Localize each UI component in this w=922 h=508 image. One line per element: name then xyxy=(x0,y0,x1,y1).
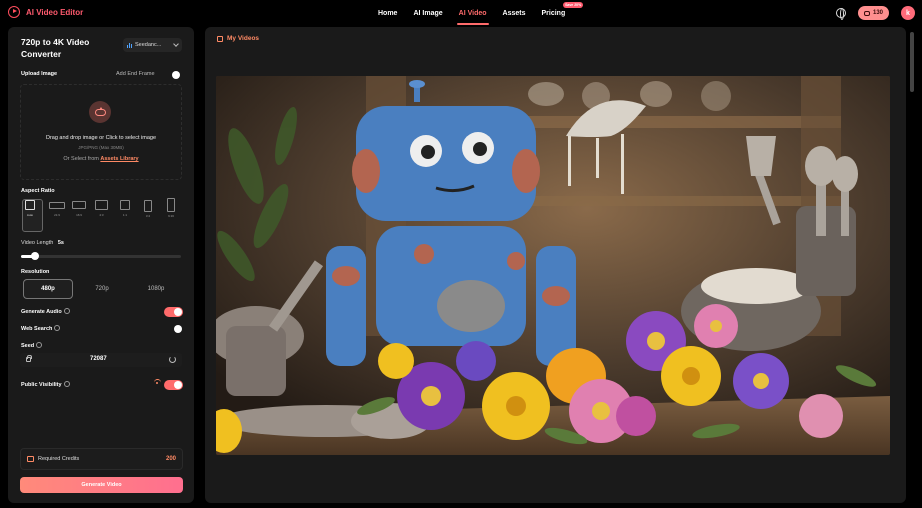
web-search-label: Web Search xyxy=(21,326,53,332)
aspect-auto-label: Auto xyxy=(26,213,34,217)
lock-icon[interactable] xyxy=(26,355,32,362)
video-preview[interactable] xyxy=(216,76,890,455)
video-length-handle[interactable] xyxy=(31,252,39,260)
web-search-row: Web Search xyxy=(21,325,61,332)
aspect-21-9-label: 21:9 xyxy=(54,213,60,217)
aspect-1-1-icon xyxy=(120,200,130,210)
aspect-ratio-label: Aspect Ratio xyxy=(21,188,55,194)
avatar[interactable]: k xyxy=(901,6,915,20)
brand-name: AI Video Editor xyxy=(26,7,84,17)
credits-count: 130 xyxy=(872,10,883,16)
upload-cloud-icon xyxy=(89,101,111,123)
aspect-9-16[interactable]: 9:16 xyxy=(167,198,175,218)
nav-pricing-label: Pricing xyxy=(541,10,566,17)
generate-audio-label: Generate Audio xyxy=(21,309,62,315)
public-visibility-toggle[interactable] xyxy=(164,380,183,390)
nav-pricing[interactable]: Pricing Save 20% xyxy=(534,0,584,27)
nav-assets[interactable]: Assets xyxy=(495,0,534,27)
globe-icon[interactable] xyxy=(836,8,846,20)
brand[interactable]: AI Video Editor xyxy=(8,6,83,18)
aspect-auto[interactable]: Auto xyxy=(25,200,35,217)
seed-row: Seed xyxy=(21,342,43,349)
required-credits-box: Required Credits 200 xyxy=(20,448,183,470)
resolution-720p[interactable]: 720p xyxy=(77,279,127,299)
end-frame-label: Add End Frame xyxy=(116,71,155,77)
aspect-3-4-label: 3:4 xyxy=(145,214,151,218)
public-visibility-row: Public Visibility xyxy=(21,381,70,388)
folder-icon xyxy=(217,35,223,42)
aspect-16-9[interactable]: 16:9 xyxy=(72,200,86,217)
aspect-4-3-label: 4:3 xyxy=(99,213,104,217)
library-prefix: Or Select from xyxy=(63,156,99,162)
settings-panel: 720p to 4K Video Converter Seedanc... Up… xyxy=(8,27,194,503)
seed-value: 72087 xyxy=(90,356,107,362)
required-credits-value: 200 xyxy=(165,456,176,462)
aspect-4-3[interactable]: 4:3 xyxy=(95,200,108,217)
aspect-3-4-icon xyxy=(144,200,152,212)
aspect-auto-icon xyxy=(25,200,35,210)
credit-icon xyxy=(27,456,34,462)
ticket-icon xyxy=(863,10,870,16)
resolution-1080p[interactable]: 1080p xyxy=(131,279,181,299)
aspect-3-4[interactable]: 3:4 xyxy=(144,200,152,218)
aspect-9-16-label: 9:16 xyxy=(168,214,174,218)
required-credits-label: Required Credits xyxy=(38,456,80,462)
seed-input[interactable]: 72087 xyxy=(20,353,182,367)
aspect-21-9-icon xyxy=(49,202,65,209)
resolution-label: Resolution xyxy=(21,269,50,275)
broadcast-icon xyxy=(154,379,161,386)
info-icon[interactable] xyxy=(54,325,61,331)
seed-label: Seed xyxy=(21,343,35,349)
my-videos-header: My Videos xyxy=(217,35,259,42)
page-title: 720p to 4K Video Converter xyxy=(21,37,90,59)
my-videos-title: My Videos xyxy=(227,35,260,42)
aspect-16-9-icon xyxy=(72,201,86,209)
chevron-down-icon xyxy=(173,41,179,47)
main-nav: Home AI Image AI Video Assets Pricing Sa… xyxy=(370,0,584,27)
refresh-icon[interactable] xyxy=(169,356,176,363)
aspect-21-9[interactable]: 21:9 xyxy=(49,200,65,217)
video-frame-image xyxy=(216,76,890,455)
upload-dropzone[interactable]: Drag and drop image or Click to select i… xyxy=(20,84,182,180)
generate-audio-toggle[interactable] xyxy=(164,307,183,317)
aspect-4-3-icon xyxy=(95,200,108,210)
aspect-16-9-label: 16:9 xyxy=(76,213,82,217)
resolution-480p[interactable]: 480p xyxy=(23,279,73,299)
info-icon[interactable] xyxy=(63,308,70,314)
video-length-title: Video Length xyxy=(21,240,54,246)
drop-hint: JPG/PNG (Max 30MB) xyxy=(78,145,124,150)
aspect-9-16-icon xyxy=(167,198,175,212)
nav-home[interactable]: Home xyxy=(370,0,405,27)
nav-ai-video[interactable]: AI Video xyxy=(451,0,495,27)
model-select-value: Seedanc... xyxy=(135,42,162,48)
upload-label: Upload Image xyxy=(21,71,58,77)
aspect-1-1-label: 1:1 xyxy=(122,213,128,217)
video-length-label: Video Length 5s xyxy=(21,240,64,246)
pricing-badge: Save 20% xyxy=(563,2,584,8)
video-length-value: 5s xyxy=(57,240,64,246)
assets-library-link[interactable]: Assets Library xyxy=(100,156,138,162)
top-bar: AI Video Editor Home AI Image AI Video A… xyxy=(0,0,922,27)
end-frame-toggle[interactable] xyxy=(162,70,181,80)
generate-audio-row: Generate Audio xyxy=(21,308,70,315)
play-logo-icon xyxy=(8,6,20,18)
model-icon xyxy=(127,42,132,48)
public-visibility-label: Public Visibility xyxy=(21,382,62,388)
generate-video-button[interactable]: Generate Video xyxy=(20,477,183,493)
model-select[interactable]: Seedanc... xyxy=(123,38,182,52)
main-area: My Videos xyxy=(205,27,906,503)
video-length-slider[interactable] xyxy=(21,255,181,258)
aspect-1-1[interactable]: 1:1 xyxy=(120,200,130,217)
page-scrollbar[interactable] xyxy=(910,32,914,92)
web-search-toggle[interactable] xyxy=(164,324,183,334)
info-icon[interactable] xyxy=(63,381,70,387)
drop-text: Drag and drop image or Click to select i… xyxy=(45,135,157,141)
library-line: Or Select from Assets Library xyxy=(21,156,181,162)
info-icon[interactable] xyxy=(36,342,43,348)
credits-pill[interactable]: 130 xyxy=(858,6,889,20)
nav-ai-image[interactable]: AI Image xyxy=(405,0,450,27)
